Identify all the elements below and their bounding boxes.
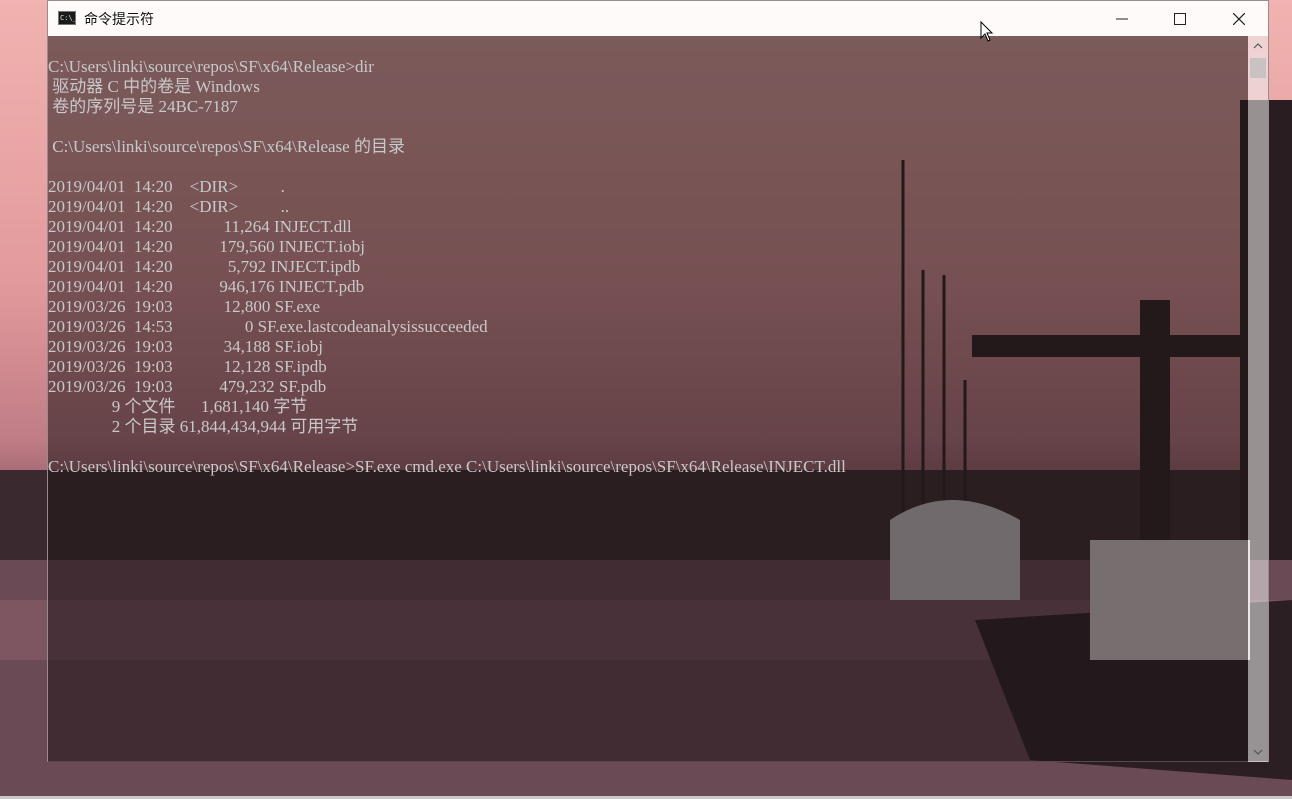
console-line: 2019/04/01 14:20 11,264 INJECT.dll xyxy=(48,217,352,236)
console-line: 9 个文件 1,681,140 字节 xyxy=(48,397,308,416)
scroll-up-arrow-icon xyxy=(1253,43,1263,49)
console-command-line[interactable]: C:\Users\linki\source\repos\SF\x64\Relea… xyxy=(48,457,846,477)
console-line: 2019/03/26 19:03 34,188 SF.iobj xyxy=(48,337,323,356)
console-line: C:\Users\linki\source\repos\SF\x64\Relea… xyxy=(48,137,405,156)
console-line: 2019/04/01 14:20 179,560 INJECT.iobj xyxy=(48,237,366,256)
console-line: 2 个目录 61,844,434,944 可用字节 xyxy=(48,417,359,436)
command-prompt-window: C:\_ 命令提示符 C:\Users\linki\source\repos\S… xyxy=(47,0,1269,762)
console-line: 2019/04/01 14:20 <DIR> .. xyxy=(48,197,290,216)
console-line: 2019/04/01 14:20 <DIR> . xyxy=(48,177,285,196)
console-line: 2019/04/01 14:20 946,176 INJECT.pdb xyxy=(48,277,365,296)
close-button[interactable] xyxy=(1210,1,1268,36)
mouse-pointer-icon xyxy=(980,21,994,42)
console-line: 驱动器 C 中的卷是 Windows xyxy=(48,77,260,96)
scroll-down-button[interactable] xyxy=(1248,742,1268,762)
cmd-icon[interactable]: C:\_ xyxy=(58,11,77,25)
console-line: 2019/03/26 19:03 12,128 SF.ipdb xyxy=(48,357,327,376)
console-line: 2019/03/26 14:53 0 SF.exe.lastcodeanalys… xyxy=(48,317,488,336)
console-line: C:\Users\linki\source\repos\SF\x64\Relea… xyxy=(48,57,374,76)
maximize-icon xyxy=(1174,12,1186,25)
console-line: 2019/03/26 19:03 479,232 SF.pdb xyxy=(48,377,327,396)
minimize-button[interactable] xyxy=(1093,1,1151,36)
scroll-up-button[interactable] xyxy=(1248,36,1268,56)
window-title: 命令提示符 xyxy=(84,12,154,28)
close-icon xyxy=(1233,12,1245,25)
minimize-icon xyxy=(1116,18,1128,19)
scroll-thumb[interactable] xyxy=(1250,58,1266,78)
console-line: 2019/03/26 19:03 12,800 SF.exe xyxy=(48,297,321,316)
console-output-area[interactable]: C:\Users\linki\source\repos\SF\x64\Relea… xyxy=(48,36,1248,762)
title-bar[interactable]: C:\_ 命令提示符 xyxy=(48,1,1268,36)
scroll-down-arrow-icon xyxy=(1253,749,1263,755)
console-line: 卷的序列号是 24BC-7187 xyxy=(48,97,238,116)
console-lines: C:\Users\linki\source\repos\SF\x64\Relea… xyxy=(48,57,846,477)
maximize-button[interactable] xyxy=(1151,1,1209,36)
vertical-scrollbar[interactable] xyxy=(1248,36,1268,762)
console-line: 2019/04/01 14:20 5,792 INJECT.ipdb xyxy=(48,257,361,276)
